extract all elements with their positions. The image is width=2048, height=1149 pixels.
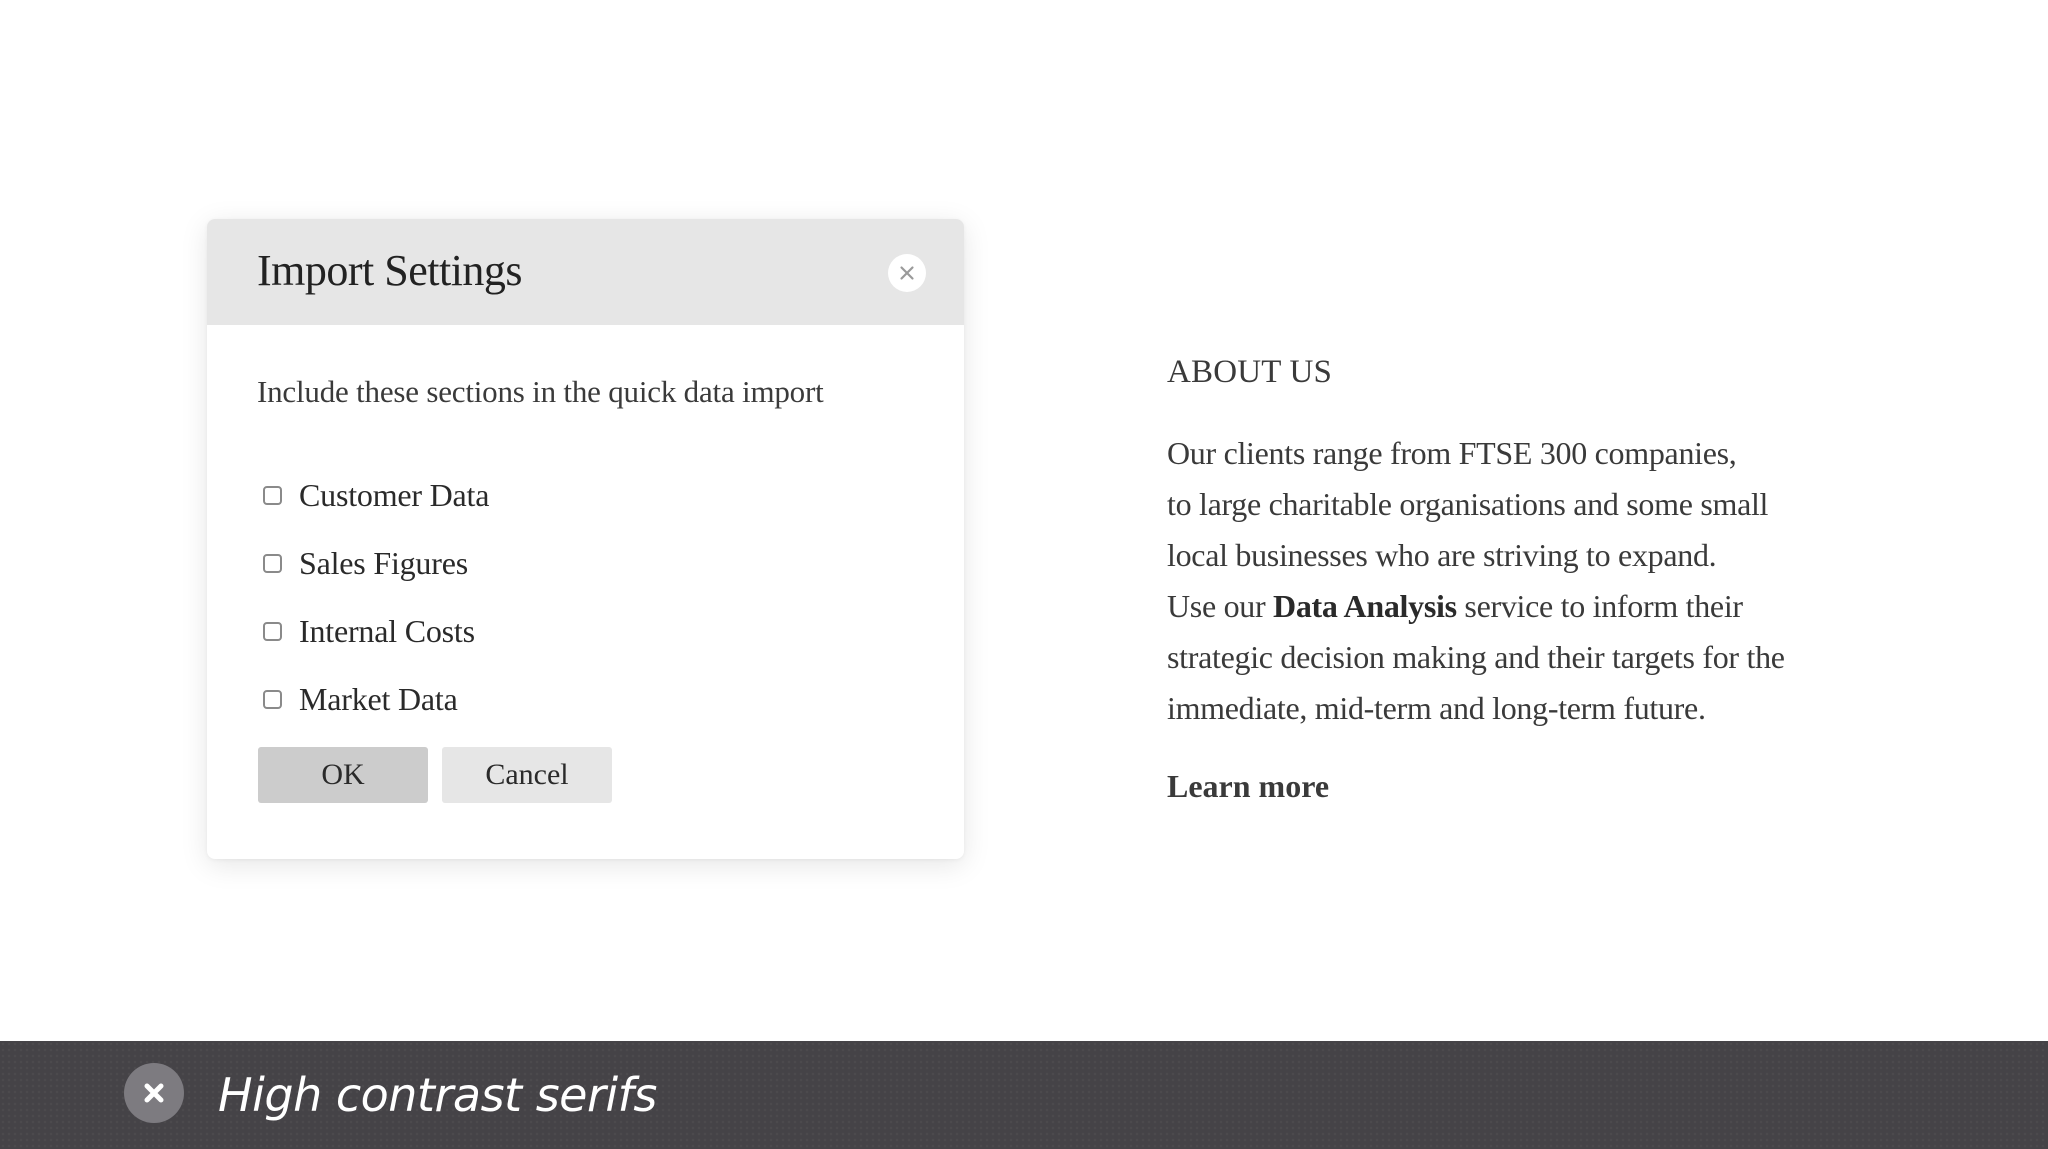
about-line: Use our Data Analysis service to inform … (1167, 581, 1867, 632)
about-line: local businesses who are striving to exp… (1167, 537, 1717, 573)
cancel-button[interactable]: Cancel (442, 747, 612, 803)
dialog-title: Import Settings (257, 246, 523, 295)
data-analysis-emphasis: Data Analysis (1273, 588, 1457, 624)
option-label: Market Data (299, 680, 458, 717)
about-line-prefix: Use our (1167, 588, 1274, 624)
close-icon (144, 1083, 164, 1103)
dialog-close-button[interactable] (888, 254, 926, 292)
dialog-header: Import Settings (207, 219, 964, 325)
option-label: Customer Data (299, 476, 490, 513)
about-body: Our clients range from FTSE 300 companie… (1167, 428, 1867, 734)
learn-more-link[interactable]: Learn more (1167, 764, 1329, 808)
checkbox-market-data[interactable] (263, 689, 282, 709)
about-line-suffix: service to inform their (1456, 588, 1743, 624)
about-line: to large charitable organisations and so… (1167, 486, 1769, 522)
about-line: strategic decision making and their targ… (1167, 639, 1785, 675)
about-line: immediate, mid-term and long-term future… (1167, 690, 1706, 726)
option-customer-data[interactable]: Customer Data (263, 473, 489, 517)
about-us-section: ABOUT US Our clients range from FTSE 300… (1167, 348, 1867, 804)
bottom-banner: High contrast serifs (0, 1041, 2048, 1149)
banner-close-button[interactable] (124, 1063, 184, 1123)
option-label: Internal Costs (299, 612, 475, 649)
checkbox-internal-costs[interactable] (263, 621, 282, 641)
option-sales-figures[interactable]: Sales Figures (263, 541, 468, 585)
option-internal-costs[interactable]: Internal Costs (263, 609, 475, 653)
ok-button[interactable]: OK (258, 747, 428, 803)
checkbox-sales-figures[interactable] (263, 553, 282, 573)
about-line: Our clients range from FTSE 300 companie… (1167, 435, 1737, 471)
close-icon (900, 266, 914, 280)
banner-caption: High contrast serifs (218, 1068, 657, 1122)
import-settings-dialog: Import Settings Include these sections i… (207, 219, 964, 859)
checkbox-customer-data[interactable] (263, 485, 282, 505)
dialog-prompt: Include these sections in the quick data… (257, 374, 824, 409)
option-label: Sales Figures (299, 544, 468, 581)
option-market-data[interactable]: Market Data (263, 677, 458, 721)
about-heading: ABOUT US (1167, 354, 1333, 390)
